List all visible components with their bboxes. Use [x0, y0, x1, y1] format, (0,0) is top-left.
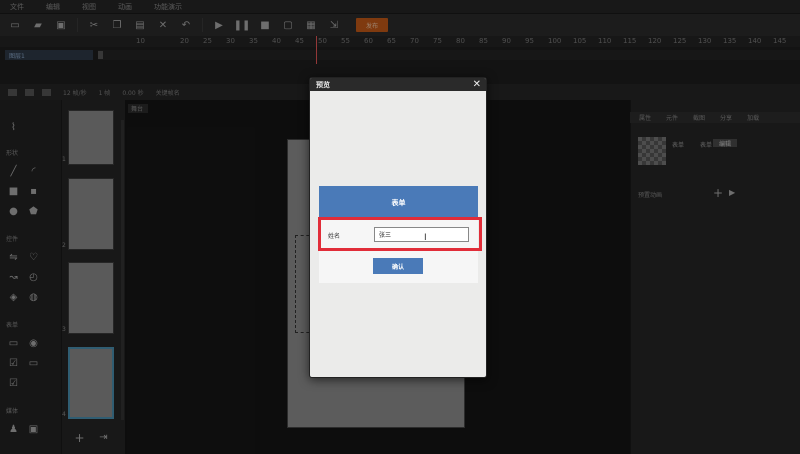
close-icon[interactable]: ✕	[473, 78, 481, 91]
dialog-title: 预览	[316, 80, 330, 89]
confirm-button[interactable]: 确认	[373, 258, 423, 274]
highlight-box	[318, 217, 482, 251]
dialog-title-bar[interactable]: 预览	[310, 78, 486, 91]
form-header: 表单	[319, 186, 478, 219]
